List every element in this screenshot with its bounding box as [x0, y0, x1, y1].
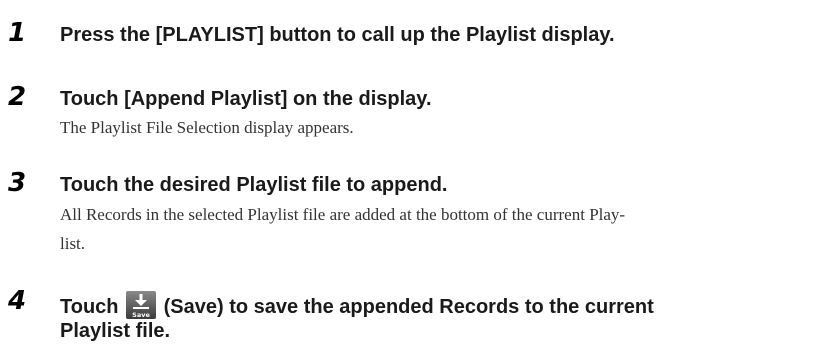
step-heading-text: (Save) to save the appended Records to t… [163, 296, 654, 318]
step-number: 2 [8, 82, 27, 112]
step-number: 1 [8, 18, 27, 48]
step-heading-line2: Playlist file. [60, 320, 171, 342]
step-heading: Press the [PLAYLIST] button to call up t… [60, 24, 615, 46]
save-icon-label: Save [132, 311, 150, 319]
step-heading: Touch [Append Playlist] on the display. [60, 88, 432, 110]
step-heading: Touch Save (Save) to save the appended R… [60, 291, 800, 319]
step-heading-text: Touch [60, 296, 119, 318]
step-body-line: All Records in the selected Playlist fil… [60, 205, 626, 224]
step-body: The Playlist File Selection display appe… [60, 118, 354, 137]
step-body: All Records in the selected Playlist fil… [60, 200, 780, 258]
step-heading: Touch the desired Playlist file to appen… [60, 174, 448, 196]
step-number: 3 [8, 168, 27, 198]
step-number: 4 [8, 286, 27, 316]
save-icon: Save [126, 291, 157, 319]
step-body-line: list. [60, 234, 86, 253]
